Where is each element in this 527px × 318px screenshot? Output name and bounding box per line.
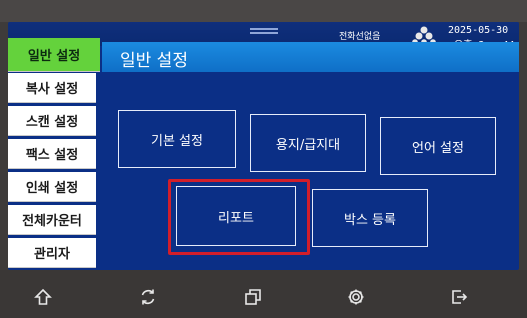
sidebar-item-scan[interactable]: 스캔 설정 [8, 106, 96, 136]
sidebar-item-fax[interactable]: 팩스 설정 [8, 139, 96, 169]
language-settings-button[interactable]: 언어 설정 [380, 117, 496, 175]
settings-gear-icon[interactable] [343, 284, 369, 310]
copy-windows-icon[interactable] [240, 284, 266, 310]
sidebar-item-counter[interactable]: 전체카운터 [8, 205, 96, 235]
sidebar-item-admin[interactable]: 관리자 [8, 238, 96, 268]
network-status: 전화선없음 [339, 32, 381, 42]
sidebar-item-copy[interactable]: 복사 설정 [8, 73, 96, 103]
basic-settings-button[interactable]: 기본 설정 [118, 110, 236, 168]
report-button[interactable]: 리포트 [176, 186, 296, 246]
paper-tray-button[interactable]: 용지/급지대 [250, 114, 366, 172]
sidebar-item-print[interactable]: 인쇄 설정 [8, 172, 96, 202]
box-register-button[interactable]: 박스 등록 [312, 189, 428, 247]
page-title: 일반 설정 [120, 51, 188, 71]
sidebar-item-general[interactable]: 일반 설정 [8, 38, 100, 72]
logout-icon[interactable] [446, 284, 472, 310]
status-date: 2025-05-30 [448, 25, 509, 36]
home-icon[interactable] [30, 284, 56, 310]
touch-screen: 전화선없음 2025-05-30 오후 3 : 44 일반 설정 복사 설정 스… [8, 22, 519, 270]
refresh-icon[interactable] [135, 284, 161, 310]
pull-down-handle[interactable] [250, 28, 278, 30]
settings-sidebar: 일반 설정 복사 설정 스캔 설정 팩스 설정 인쇄 설정 전체카운터 관리자 [8, 36, 100, 270]
device-bezel [0, 0, 527, 22]
page-header: 일반 설정 [102, 42, 519, 72]
